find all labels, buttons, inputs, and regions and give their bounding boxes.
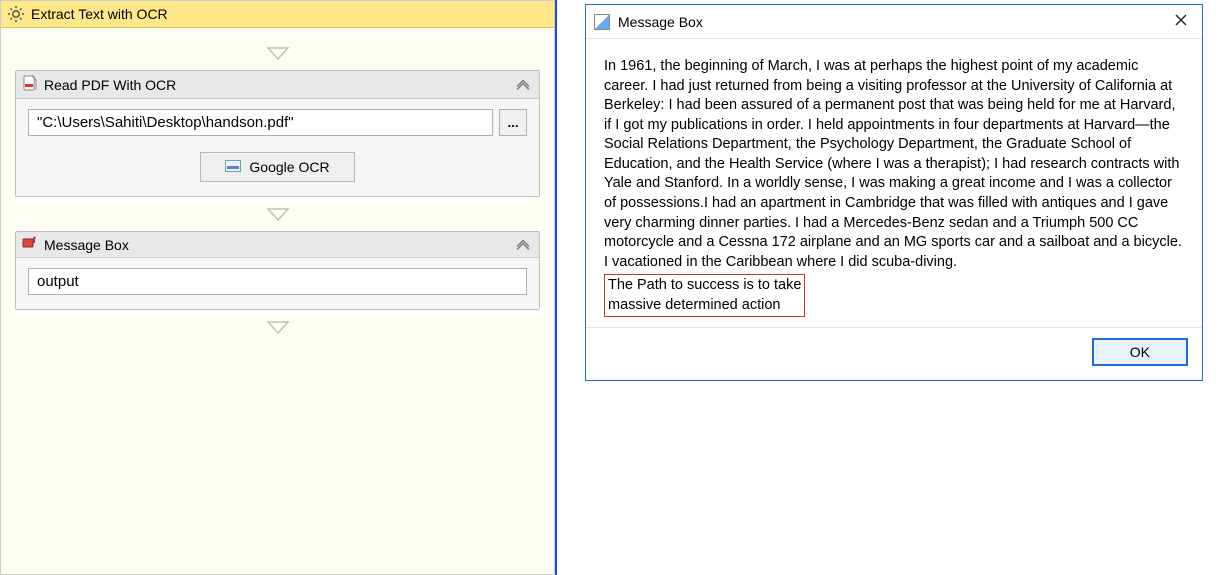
highlight-line-2: massive determined action — [608, 296, 801, 316]
gear-icon — [7, 5, 25, 23]
sequence-body: Read PDF With OCR ... Google OCR — [1, 28, 554, 574]
dialog-title: Message Box — [618, 14, 703, 30]
pdf-filepath-input[interactable] — [28, 109, 493, 136]
dialog-footer: OK — [586, 327, 1202, 380]
collapse-icon[interactable] — [515, 237, 531, 252]
connector-bottom[interactable] — [264, 310, 292, 344]
pdf-icon — [22, 75, 38, 94]
ok-button[interactable]: OK — [1092, 338, 1188, 366]
message-box-dialog: Message Box In 1961, the beginning of Ma… — [585, 4, 1203, 381]
connector-top[interactable] — [264, 36, 292, 70]
workflow-designer-panel: Extract Text with OCR Read PDF With OCR … — [0, 0, 555, 575]
sequence-header[interactable]: Extract Text with OCR — [1, 1, 554, 28]
dialog-body: In 1961, the beginning of March, I was a… — [586, 39, 1202, 327]
right-panel: Message Box In 1961, the beginning of Ma… — [555, 0, 1219, 575]
collapse-icon[interactable] — [515, 77, 531, 92]
sequence-title: Extract Text with OCR — [31, 6, 168, 22]
read-pdf-with-ocr-activity[interactable]: Read PDF With OCR ... Google OCR — [15, 70, 540, 197]
dialog-text-highlighted: The Path to success is to take massive d… — [604, 274, 805, 317]
close-button[interactable] — [1168, 11, 1194, 32]
mailbox-icon — [22, 236, 38, 253]
message-box-header[interactable]: Message Box — [16, 232, 539, 258]
message-box-title: Message Box — [44, 237, 129, 253]
read-pdf-header[interactable]: Read PDF With OCR — [16, 71, 539, 99]
message-box-input[interactable] — [28, 268, 527, 295]
message-box-body — [16, 258, 539, 309]
connector-mid[interactable] — [264, 197, 292, 231]
ocr-engine-button[interactable]: Google OCR — [200, 152, 354, 182]
dialog-titlebar[interactable]: Message Box — [586, 5, 1202, 39]
highlight-line-1: The Path to success is to take — [608, 276, 801, 296]
app-icon — [594, 14, 610, 30]
read-pdf-body: ... Google OCR — [16, 99, 539, 196]
dialog-text-main: In 1961, the beginning of March, I was a… — [604, 57, 1184, 272]
message-box-activity[interactable]: Message Box — [15, 231, 540, 310]
browse-button[interactable]: ... — [499, 109, 527, 136]
ocr-engine-label: Google OCR — [249, 159, 329, 175]
ocr-icon — [225, 159, 241, 175]
read-pdf-title: Read PDF With OCR — [44, 77, 176, 93]
